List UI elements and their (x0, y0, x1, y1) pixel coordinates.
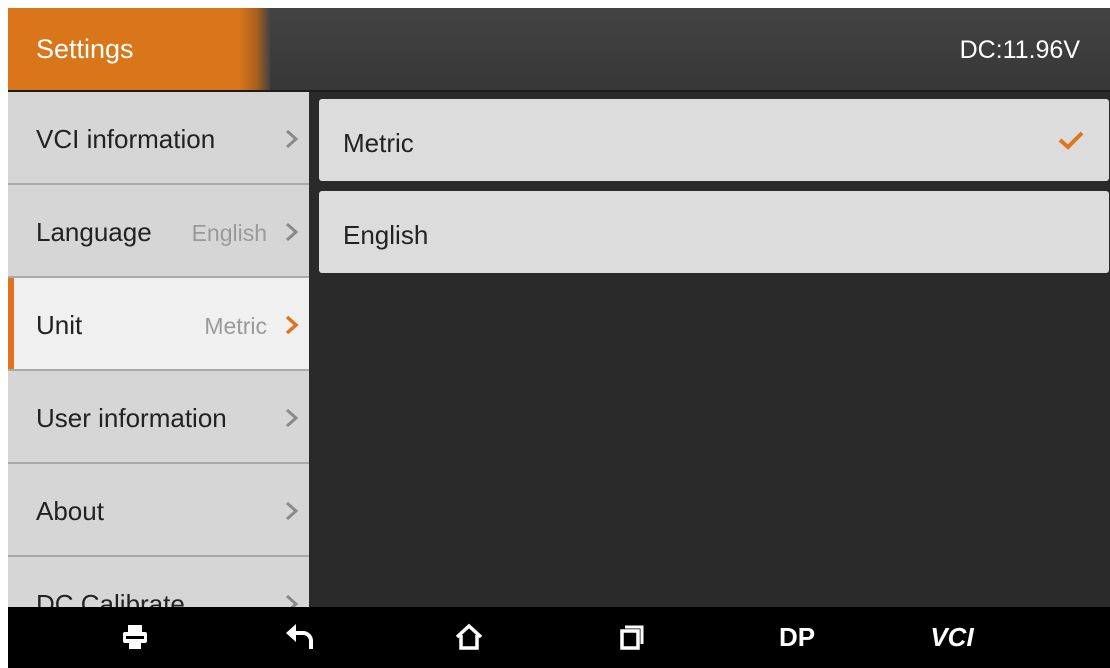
sidebar-item-label: User information (36, 403, 227, 433)
vci-button[interactable]: VCI (922, 617, 982, 657)
sidebar-item-vci-information[interactable]: VCI information (8, 92, 309, 185)
sidebar-item-label: About (36, 496, 104, 526)
sidebar-item-label: Language (36, 217, 152, 247)
dp-label: DP (778, 621, 816, 652)
sidebar-item-label: VCI information (36, 124, 216, 154)
checkmark-icon (1058, 131, 1084, 150)
sidebar-item-unit[interactable]: Unit Metric (8, 278, 309, 371)
vci-label: VCI (930, 621, 974, 652)
chevron-right-icon (285, 315, 299, 335)
sidebar-item-dc-calibrate[interactable]: DC Calibrate (8, 557, 309, 607)
sidebar-item-value: English (191, 220, 267, 246)
home-button[interactable] (449, 617, 489, 657)
voltage-readout: DC:11.96V (959, 36, 1080, 64)
chevron-right-icon (286, 501, 299, 521)
sidebar-item-label: Unit (36, 310, 83, 340)
sidebar-item-value: Metric (204, 313, 267, 339)
print-icon (123, 625, 147, 649)
chevron-right-icon (286, 408, 299, 428)
option-english[interactable]: English (319, 191, 1109, 273)
recent-apps-icon (620, 625, 644, 650)
unit-options-panel: Metric English (309, 92, 1110, 607)
screen: Settings DC:11.96V VCI information Langu… (8, 8, 1110, 668)
page-title: Settings (36, 34, 134, 64)
sidebar-item-user-information[interactable]: User information (8, 371, 309, 464)
chevron-right-icon (286, 594, 299, 607)
back-icon (286, 624, 313, 649)
chevron-right-icon (286, 222, 299, 242)
option-label: Metric (343, 128, 414, 158)
header-bar: Settings DC:11.96V (8, 8, 1110, 92)
dp-button[interactable]: DP (772, 617, 822, 657)
print-button[interactable] (115, 617, 155, 657)
sidebar-item-language[interactable]: Language English (8, 185, 309, 278)
back-button[interactable] (280, 617, 320, 657)
sidebar-item-about[interactable]: About (8, 464, 309, 557)
option-label: English (343, 220, 429, 250)
sidebar: VCI information Language English Unit Me… (8, 92, 309, 607)
recent-apps-button[interactable] (612, 617, 652, 657)
option-metric[interactable]: Metric (319, 99, 1109, 181)
sidebar-item-label: DC Calibrate (36, 589, 185, 607)
home-icon (455, 623, 483, 650)
title-tab: Settings (8, 8, 270, 90)
chevron-right-icon (286, 129, 299, 149)
navigation-bar: DP VCI (8, 607, 1110, 668)
